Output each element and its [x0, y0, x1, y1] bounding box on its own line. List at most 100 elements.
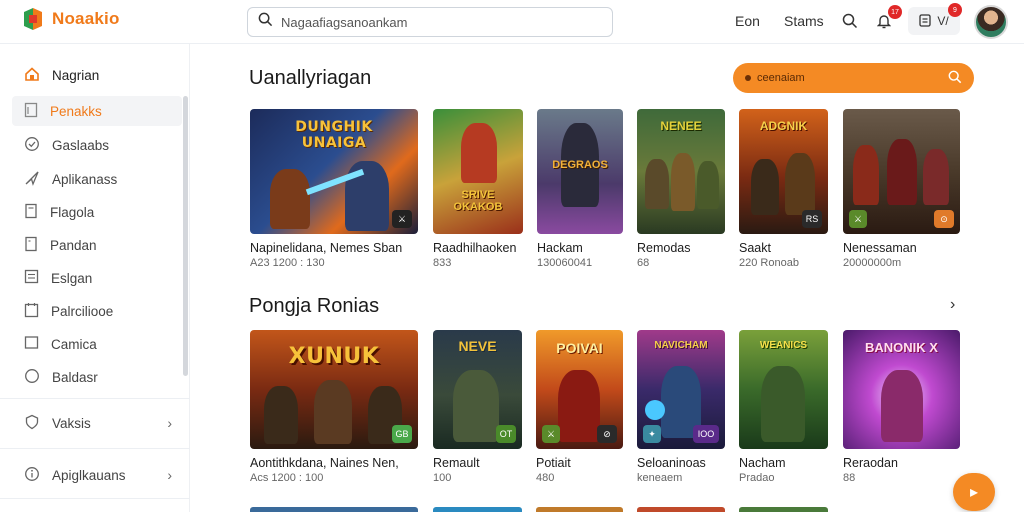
avatar[interactable] [974, 5, 1008, 39]
game-card[interactable]: NENEE Remodas 68 [637, 109, 725, 269]
sidebar-item-label: Apiglkauans [52, 467, 126, 483]
card-corner-icon: GB [392, 425, 412, 443]
character-figure [697, 161, 719, 209]
thumbnail-title-art: DEGRAOS [552, 159, 608, 171]
sidebar-item-label: Nagrian [52, 67, 100, 83]
sidebar-item-label: Flagola [50, 204, 95, 220]
game-card[interactable]: ⚔ ⊙ Nenessaman 20000000m [843, 109, 960, 269]
thumbnail-title-art: POIVAI [556, 340, 603, 356]
game-thumbnail: POIVAI ⚔ ⊘ [536, 330, 623, 449]
card-name: Raadhilhaoken [433, 241, 517, 255]
next-row-thumbnail [250, 507, 418, 512]
game-thumbnail: NAVICHAM ✦ IOO [637, 330, 725, 449]
card-name: Hackam [537, 241, 583, 255]
sidebar-item-10[interactable]: Vaksis › [12, 408, 182, 438]
card-corner-icon: IOO [693, 425, 719, 443]
next-row-thumbnail [739, 507, 828, 512]
game-thumbnail: XUNUK GB [250, 330, 418, 449]
sidebar-item-1[interactable]: Penakks [12, 96, 182, 126]
game-card[interactable]: WEANICS Nacham Pradao [739, 330, 828, 490]
sidebar-item-label: Eslgan [51, 270, 93, 286]
sidebar-item-label: Gaslaabs [52, 137, 110, 153]
card-meta: Pradao [739, 472, 775, 484]
play-fab-button[interactable]: ▸ [953, 473, 995, 511]
section-search-pill[interactable]: ceenaiam [733, 63, 974, 93]
bell-icon[interactable]: 17 [873, 5, 902, 32]
card-name: Nacham [739, 456, 786, 470]
game-card[interactable]: SRIVE OKAKOB Raadhilhaoken 833 [433, 109, 523, 269]
app-logo[interactable]: Noaakio [20, 6, 120, 32]
sidebar-item-9[interactable]: Baldasr [12, 362, 182, 392]
card-meta: 100 [433, 472, 452, 484]
thumbnail-title-art: NEVE [458, 338, 497, 354]
game-card[interactable]: POIVAI ⚔ ⊘ Potiait 480 [536, 330, 623, 490]
logo-icon [20, 6, 46, 32]
search-input[interactable] [281, 14, 601, 30]
card-corner-icon: ⊘ [597, 425, 617, 443]
home-icon [24, 66, 40, 85]
sidebar-item-11[interactable]: Apiglkauans › [12, 460, 182, 490]
game-thumbnail: ⚔ ⊙ [843, 109, 960, 234]
game-thumbnail: DUNGHIK UNAIGA ⚔ [250, 109, 418, 234]
header-link-stams[interactable]: Stams [784, 13, 824, 29]
play-icon: ▸ [969, 484, 979, 501]
card-meta: 68 [637, 257, 650, 269]
clipboard-icon [919, 13, 931, 30]
character-figure [264, 386, 298, 444]
info-icon [24, 466, 40, 485]
card-meta: 833 [433, 257, 452, 269]
card-meta: A23 1200 : 130 [250, 257, 325, 269]
card-corner-left-icon: ⚔ [849, 210, 867, 228]
card-corner-icon: ⚔ [392, 210, 412, 228]
character-figure [453, 370, 499, 442]
card-name: Saakt [739, 241, 771, 255]
thumbnail-title-art: NAVICHAM [654, 340, 708, 351]
game-thumbnail: NENEE [637, 109, 725, 234]
header-link-eon[interactable]: Eon [735, 13, 760, 29]
thumbnail-title-art: SRIVE OKAKOB [453, 189, 503, 213]
calendar-icon [24, 302, 39, 321]
chevron-right-icon[interactable]: › [950, 296, 955, 314]
character-figure [887, 139, 917, 205]
folder-icon [24, 335, 39, 353]
next-row-thumbnail [536, 507, 623, 512]
search-bar[interactable] [247, 7, 613, 37]
character-figure [671, 153, 695, 211]
game-card[interactable]: ADGNIK RS Saakt 220 Ronoab [739, 109, 828, 269]
card-meta: 130060041 [537, 257, 593, 269]
game-card[interactable]: DEGRAOS Hackam 130060041 [537, 109, 623, 269]
sidebar-scrollbar[interactable] [183, 96, 188, 376]
card-name: Nenessaman [843, 241, 917, 255]
character-figure [314, 380, 352, 444]
game-card[interactable]: XUNUK GB Aontithkdana, Naines Nen, Acs 1… [250, 330, 418, 490]
sidebar-item-0[interactable]: Nagrian [12, 60, 182, 90]
game-card[interactable]: NAVICHAM ✦ IOO Seloaninoas keneaem [637, 330, 725, 490]
header-search-icon[interactable] [839, 10, 861, 32]
sidebar-item-7[interactable]: Palrciliooe [12, 296, 182, 326]
game-thumbnail: NEVE OT [433, 330, 522, 449]
card-name: Remodas [637, 241, 691, 255]
sidebar-item-2[interactable]: Gaslaabs [12, 130, 182, 160]
card-meta: 20000000m [843, 257, 902, 269]
game-card[interactable]: NEVE OT Remault 100 [433, 330, 522, 490]
character-figure [645, 159, 669, 209]
sidebar-item-4[interactable]: Flagola [12, 197, 182, 227]
game-card[interactable]: BANONIK X Reraodan 88 [843, 330, 960, 490]
thumbnail-title-art: NENEE [660, 119, 702, 133]
header-pill-button[interactable]: V/ 9 [908, 3, 962, 35]
check-circle-icon [24, 136, 40, 155]
sidebar-item-label: Pandan [50, 237, 97, 253]
game-card[interactable]: DUNGHIK UNAIGA ⚔ Napinelidana, Nemes Sban… [250, 109, 418, 269]
sidebar-item-5[interactable]: Pandan [12, 230, 182, 260]
sidebar-item-8[interactable]: Camica [12, 329, 182, 359]
list-icon [24, 269, 39, 287]
sidebar-item-label: Baldasr [52, 369, 98, 385]
chevron-right-icon: › [167, 467, 172, 483]
top-header: Noaakio Eon Stams 17 V/ 9 [0, 0, 1024, 44]
sidebar-item-6[interactable]: Eslgan [12, 263, 182, 293]
circle-icon [24, 368, 40, 387]
character-figure [923, 149, 949, 205]
sidebar-item-label: Aplikanass [52, 171, 118, 187]
sidebar-item-3[interactable]: Aplikanass [12, 164, 182, 194]
sidebar: Nagrian Penakks Gaslaabs Aplikanass Flag… [0, 44, 190, 512]
